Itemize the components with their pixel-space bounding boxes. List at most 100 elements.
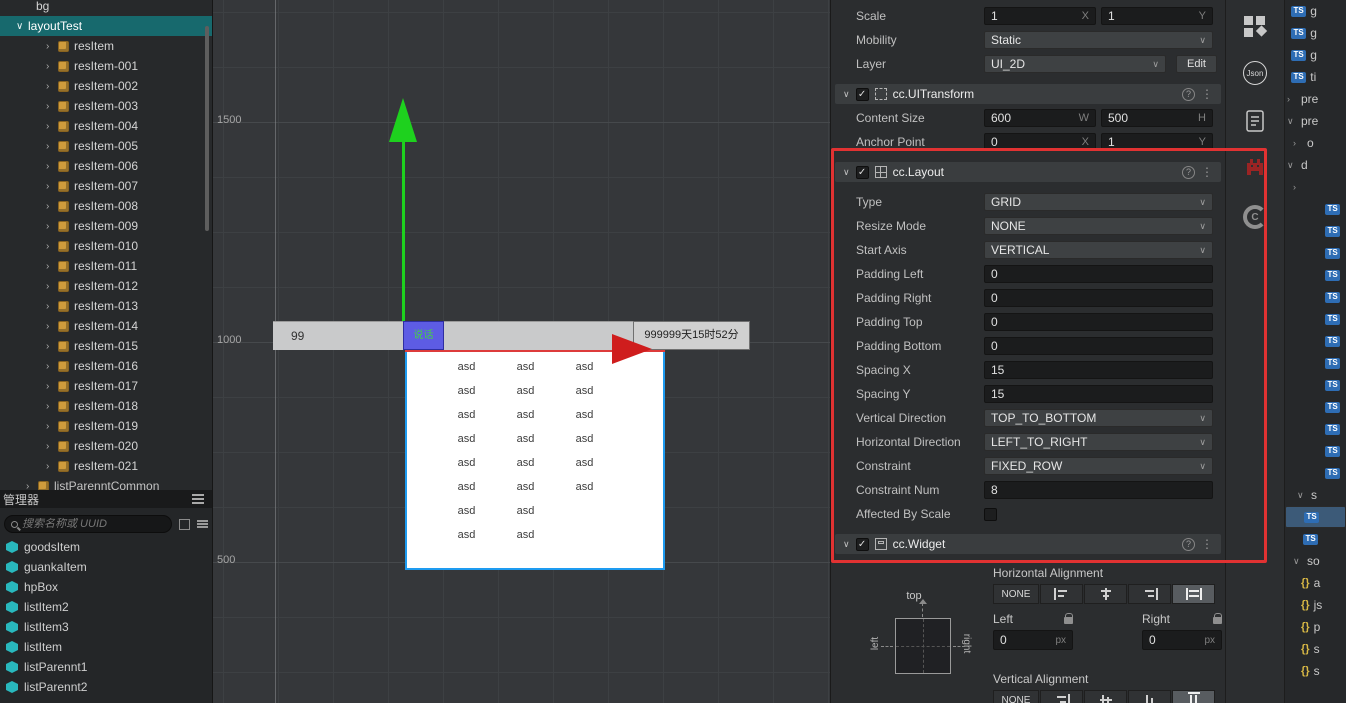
- hierarchy-node-resitem-013[interactable]: › resItem-013: [0, 296, 212, 316]
- file-tree-item[interactable]: TS: [1285, 506, 1346, 528]
- cocos-service-icon[interactable]: C: [1243, 205, 1267, 229]
- prop-select-start-axis[interactable]: VERTICAL ∨: [984, 241, 1213, 259]
- list-view-icon[interactable]: [197, 520, 208, 522]
- invader-panel-icon[interactable]: [1243, 157, 1267, 177]
- hierarchy-node-resitem-021[interactable]: › resItem-021: [0, 456, 212, 476]
- lock-icon[interactable]: [1064, 613, 1073, 624]
- file-tree-item[interactable]: TS: [1285, 462, 1346, 484]
- hierarchy-node-resitem-020[interactable]: › resItem-020: [0, 436, 212, 456]
- prop-select-resize-mode[interactable]: NONE ∨: [984, 217, 1213, 235]
- y-axis-arrow-gizmo[interactable]: [389, 98, 417, 142]
- hierarchy-node-layouttest[interactable]: ∨ layoutTest: [0, 16, 212, 36]
- prop-select-vertical-direction[interactable]: TOP_TO_BOTTOM ∨: [984, 409, 1213, 427]
- file-tree-item[interactable]: › o: [1285, 132, 1346, 154]
- file-tree-item[interactable]: {} a: [1285, 572, 1346, 594]
- file-tree-item[interactable]: TS: [1285, 352, 1346, 374]
- chevron-right-icon[interactable]: ›: [46, 381, 58, 392]
- file-tree-item[interactable]: {} js: [1285, 594, 1346, 616]
- lock-icon[interactable]: [1213, 613, 1222, 624]
- file-tree-item[interactable]: ∨ so: [1285, 550, 1346, 572]
- hierarchy-scrollbar[interactable]: [205, 26, 209, 231]
- layer-select[interactable]: UI_2D ∨: [984, 55, 1166, 73]
- file-tree-item[interactable]: TS: [1285, 264, 1346, 286]
- chevron-right-icon[interactable]: ›: [46, 41, 58, 52]
- asset-item-listitem2[interactable]: listItem2: [0, 597, 212, 617]
- hierarchy-node-resitem-015[interactable]: › resItem-015: [0, 336, 212, 356]
- filter-checkbox[interactable]: [179, 518, 190, 530]
- file-tree-item[interactable]: TS: [1285, 308, 1346, 330]
- hierarchy-node-resitem-003[interactable]: › resItem-003: [0, 96, 212, 116]
- chevron-down-icon[interactable]: ∨: [843, 539, 850, 550]
- hierarchy-node-resitem-004[interactable]: › resItem-004: [0, 116, 212, 136]
- chevron-right-icon[interactable]: ›: [46, 101, 58, 112]
- more-options-icon[interactable]: ⋮: [1201, 165, 1213, 179]
- prop-checkbox-affected-by-scale[interactable]: [984, 507, 997, 521]
- mobility-select[interactable]: Static ∨: [984, 31, 1213, 49]
- chevron-down-icon[interactable]: ∨: [843, 89, 850, 100]
- asset-item-listparennt1[interactable]: listParennt1: [0, 657, 212, 677]
- component-header-uitransform[interactable]: ∨ ✓ cc.UITransform ? ⋮: [835, 84, 1221, 104]
- file-tree-item[interactable]: TS ti: [1285, 66, 1346, 88]
- hierarchy-node-resitem-014[interactable]: › resItem-014: [0, 316, 212, 336]
- scale-y-input[interactable]: 1Y: [1101, 7, 1213, 25]
- extensions-icon[interactable]: [1242, 14, 1268, 40]
- chevron-right-icon[interactable]: ›: [46, 121, 58, 132]
- hierarchy-node-resitem-011[interactable]: › resItem-011: [0, 256, 212, 276]
- hierarchy-node-resitem-016[interactable]: › resItem-016: [0, 356, 212, 376]
- hierarchy-node-resitem-017[interactable]: › resItem-017: [0, 376, 212, 396]
- document-panel-icon[interactable]: [1244, 109, 1266, 133]
- chevron-right-icon[interactable]: ›: [46, 201, 58, 212]
- layer-edit-button[interactable]: Edit: [1176, 55, 1217, 73]
- h-align-right-button[interactable]: [1128, 584, 1171, 604]
- file-tree-item[interactable]: {} p: [1285, 616, 1346, 638]
- file-tree-item[interactable]: TS: [1285, 396, 1346, 418]
- chevron-down-icon[interactable]: ∨: [843, 167, 850, 178]
- file-tree-item[interactable]: TS g: [1285, 22, 1346, 44]
- menu-icon[interactable]: [192, 498, 204, 500]
- file-tree-item[interactable]: ∨ s: [1285, 484, 1346, 506]
- chevron-right-icon[interactable]: ›: [46, 181, 58, 192]
- chevron-right-icon[interactable]: ›: [46, 81, 58, 92]
- chevron-down-icon[interactable]: ∨: [1287, 160, 1297, 171]
- h-align-center-button[interactable]: [1084, 584, 1127, 604]
- prop-input-padding-left[interactable]: 0: [984, 265, 1213, 283]
- file-tree-item[interactable]: {} s: [1285, 638, 1346, 660]
- chevron-right-icon[interactable]: ›: [46, 161, 58, 172]
- hierarchy-node-listparenntcommon[interactable]: › listParenntCommon: [0, 476, 212, 490]
- component-enabled-checkbox[interactable]: ✓: [855, 537, 869, 551]
- asset-item-guankaitem[interactable]: guankaItem: [0, 557, 212, 577]
- asset-item-listitem[interactable]: listItem: [0, 637, 212, 657]
- component-header-widget[interactable]: ∨ ✓ cc.Widget ? ⋮: [835, 534, 1221, 554]
- hierarchy-node-resitem-007[interactable]: › resItem-007: [0, 176, 212, 196]
- help-icon[interactable]: ?: [1182, 537, 1195, 551]
- hierarchy-node-resitem-008[interactable]: › resItem-008: [0, 196, 212, 216]
- prop-select-type[interactable]: GRID ∨: [984, 193, 1213, 211]
- file-tree-item[interactable]: › pre: [1285, 88, 1346, 110]
- chevron-right-icon[interactable]: ›: [46, 461, 58, 472]
- chevron-right-icon[interactable]: ›: [46, 141, 58, 152]
- chevron-right-icon[interactable]: ›: [1287, 94, 1297, 104]
- hierarchy-node-resitem-001[interactable]: › resItem-001: [0, 56, 212, 76]
- scene-view[interactable]: 1500 1000 500 99 说话 999999天15时52分 asd asd…: [213, 0, 830, 703]
- help-icon[interactable]: ?: [1182, 87, 1195, 101]
- file-tree-item[interactable]: TS g: [1285, 44, 1346, 66]
- file-tree-item[interactable]: TS: [1285, 330, 1346, 352]
- content-size-h-input[interactable]: 500 H: [1101, 109, 1213, 127]
- file-tree-item[interactable]: TS: [1285, 286, 1346, 308]
- chevron-down-icon[interactable]: ∨: [16, 21, 28, 32]
- v-align-top-button[interactable]: [1040, 690, 1083, 703]
- prop-select-constraint[interactable]: FIXED_ROW ∨: [984, 457, 1213, 475]
- file-tree-item[interactable]: TS: [1285, 418, 1346, 440]
- asset-item-listparennt2[interactable]: listParennt2: [0, 677, 212, 697]
- widget-right-input[interactable]: 0 px: [1142, 630, 1222, 650]
- chevron-right-icon[interactable]: ›: [46, 261, 58, 272]
- chevron-right-icon[interactable]: ›: [46, 321, 58, 332]
- anchor-x-input[interactable]: 0X: [984, 133, 1096, 151]
- component-enabled-checkbox[interactable]: ✓: [855, 87, 869, 101]
- chevron-right-icon[interactable]: ›: [1293, 182, 1303, 192]
- search-box[interactable]: [4, 515, 172, 533]
- chevron-right-icon[interactable]: ›: [46, 241, 58, 252]
- help-icon[interactable]: ?: [1182, 165, 1195, 179]
- hierarchy-node-resitem-019[interactable]: › resItem-019: [0, 416, 212, 436]
- file-tree-item[interactable]: TS: [1285, 374, 1346, 396]
